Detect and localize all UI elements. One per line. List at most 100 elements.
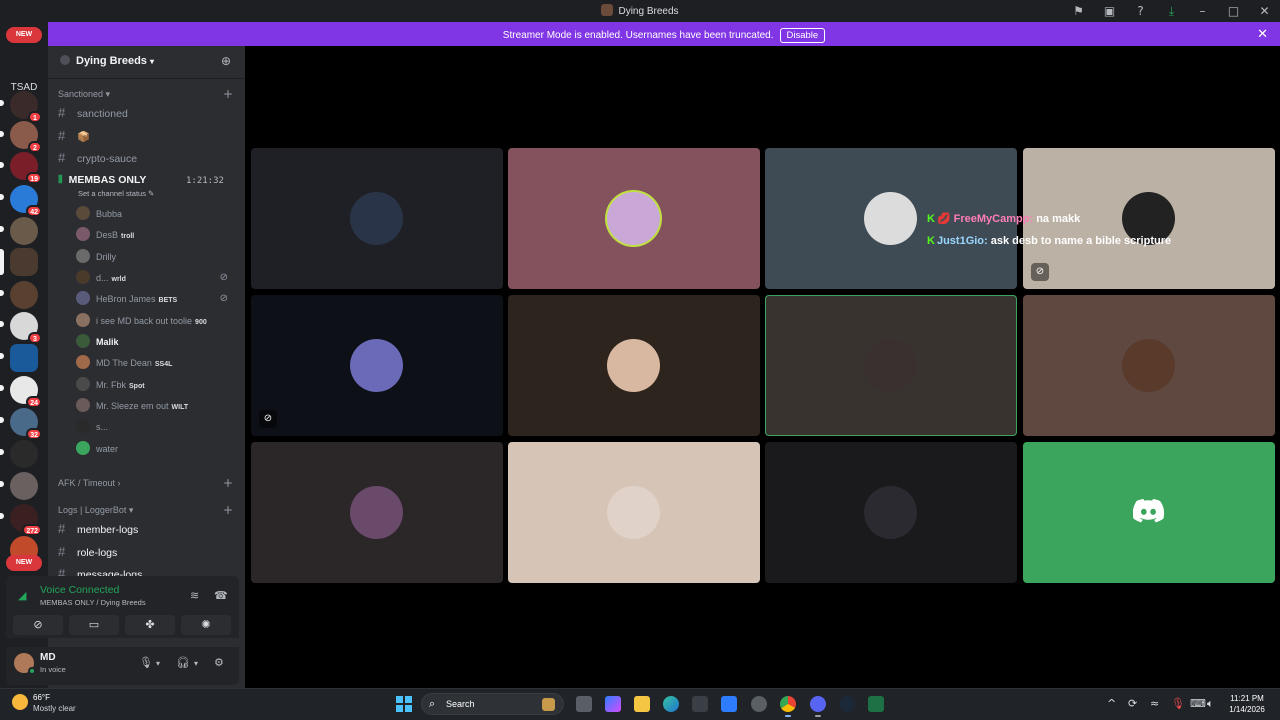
participant-tile[interactable] [508, 442, 760, 583]
voice-user[interactable]: MD The Dean SS4L [76, 354, 236, 372]
banner-close-icon[interactable]: ✕ [1257, 26, 1268, 42]
taskbar-search[interactable]: ⌕ Search [421, 693, 564, 715]
server-icon[interactable] [10, 281, 38, 309]
channel-status-hint[interactable]: Set a channel status ✎ [78, 189, 154, 198]
channel-crypto-sauce[interactable]: # crypto-sauce [58, 148, 238, 168]
chevron-down-icon[interactable]: ▾ [156, 659, 160, 668]
voice-user[interactable]: d... wrld ⊘ [76, 269, 236, 287]
discord-taskbar-icon[interactable] [810, 696, 826, 712]
download-icon[interactable]: ⤓ [1156, 4, 1187, 19]
channel-sanctioned[interactable]: # sanctioned [58, 103, 238, 123]
disconnect-icon[interactable]: ☎ [214, 589, 228, 602]
participant-tile[interactable] [1023, 295, 1275, 436]
app-icon[interactable] [751, 696, 767, 712]
server-icon[interactable]: 3 [10, 312, 42, 344]
server-icon[interactable]: 2 [10, 121, 42, 153]
voice-user[interactable]: Mr. Fbk Spot [76, 376, 236, 394]
minimize-button[interactable]: – [1187, 4, 1218, 18]
file-explorer-icon[interactable] [634, 696, 650, 712]
user-name[interactable]: MD [40, 652, 56, 663]
participant-tile[interactable] [251, 148, 503, 289]
category-sanctioned[interactable]: Sanctioned ▾ [58, 89, 110, 100]
unread-pill [0, 321, 4, 327]
server-icon[interactable]: 19 [10, 152, 42, 184]
chrome-icon[interactable] [780, 696, 796, 712]
weather-icon[interactable] [12, 694, 28, 710]
sync-icon[interactable]: ⟳ [1128, 697, 1137, 710]
voice-user[interactable]: Bubba [76, 205, 236, 223]
maximize-button[interactable]: □ [1218, 4, 1249, 18]
task-view-icon[interactable] [576, 696, 592, 712]
channel-member-logs[interactable]: # member-logs [58, 519, 238, 539]
server-header[interactable]: Dying Breeds ▾ ⊕ [48, 46, 245, 79]
windows-start-icon[interactable] [396, 696, 412, 712]
volume-icon[interactable]: 🔈︎ [1207, 697, 1214, 711]
server-icon[interactable] [10, 217, 38, 245]
disable-streamer-mode-button[interactable]: Disable [779, 28, 826, 43]
taskbar-clock[interactable]: 11:21 PM 1/14/2026 [1222, 693, 1272, 715]
participant-tile[interactable] [508, 148, 760, 289]
weather-temp[interactable]: 66°F [33, 693, 50, 702]
signal-icon[interactable]: ◢ [18, 589, 26, 602]
participant-tile[interactable]: ⊘ [251, 295, 503, 436]
voice-user[interactable]: Mr. Sleeze em out WILT [76, 397, 236, 415]
weather-desc[interactable]: Mostly clear [33, 704, 76, 713]
activities-button[interactable]: ✤ [125, 615, 175, 635]
server-icon[interactable]: 42 [10, 185, 42, 217]
store-icon[interactable] [692, 696, 708, 712]
network-icon[interactable]: ⌨ [1190, 697, 1206, 710]
server-icon[interactable] [10, 440, 38, 468]
inbox-icon[interactable]: ▣ [1094, 4, 1125, 18]
voice-user[interactable]: i see MD back out toolie 900 [76, 312, 236, 330]
server-icon[interactable]: 1 [10, 91, 42, 123]
chat-overlay-message: K 💋 FreeMyCampp: na makk [927, 213, 1081, 225]
voice-connected-label[interactable]: Voice Connected [40, 584, 119, 596]
soundboard-button[interactable]: ✺ [181, 615, 231, 635]
channel-role-logs[interactable]: # role-logs [58, 542, 238, 562]
excel-icon[interactable] [868, 696, 884, 712]
microphone-tray-icon[interactable]: 🎙︎ [1171, 697, 1185, 710]
headphones-icon[interactable]: 🎧︎ [176, 656, 190, 669]
wifi-off-icon[interactable]: ≈ [1150, 697, 1159, 710]
channel-message-logs[interactable]: # message-logs [58, 564, 238, 576]
camera-off-button[interactable]: ⊘ [13, 615, 63, 635]
server-icon[interactable] [10, 472, 38, 500]
steam-icon[interactable] [839, 696, 855, 712]
server-icon[interactable]: 272 [10, 504, 42, 536]
server-icon[interactable]: 32 [10, 408, 42, 440]
voice-user[interactable]: Drilly [76, 248, 236, 266]
screen-share-button[interactable]: ▭ [69, 615, 119, 635]
unread-pill [0, 385, 4, 391]
category-logs[interactable]: Logs | LoggerBot ▾ [58, 505, 133, 516]
flag-icon[interactable]: ⚑ [1063, 4, 1094, 18]
voice-user[interactable]: HeBron James BETS ⊘ [76, 290, 236, 308]
channel-box[interactable]: # 📦 [58, 126, 238, 146]
settings-gear-icon[interactable]: ⚙ [214, 656, 224, 669]
invite-people-icon[interactable]: ⊕ [221, 54, 231, 68]
server-icon[interactable] [10, 344, 38, 372]
copilot-icon[interactable] [605, 696, 621, 712]
server-icon[interactable]: 24 [10, 376, 42, 408]
avatar [76, 419, 90, 433]
help-icon[interactable]: ? [1125, 4, 1156, 18]
microphone-icon[interactable]: 🎙︎ [139, 656, 153, 669]
server-icon-selected[interactable] [10, 248, 38, 276]
noise-suppression-icon[interactable]: ≋ [190, 589, 199, 602]
close-window-button[interactable]: ✕ [1249, 4, 1280, 18]
edge-browser-icon[interactable] [663, 696, 679, 712]
voice-channel-membas-only[interactable]: ⦀ MEMBAS ONLY 1:21:32 Set a channel statu… [58, 174, 238, 198]
participant-tile[interactable] [765, 295, 1017, 436]
voice-location[interactable]: MEMBAS ONLY / Dying Breeds [40, 598, 146, 607]
chevron-up-icon[interactable]: ^ [1107, 697, 1116, 710]
voice-user[interactable]: DesB troll [76, 226, 236, 244]
avatar [76, 291, 90, 305]
voice-user[interactable]: Malik [76, 333, 236, 351]
participant-tile[interactable] [251, 442, 503, 583]
mail-icon[interactable] [721, 696, 737, 712]
voice-user[interactable]: s... [76, 418, 236, 436]
category-afk[interactable]: AFK / Timeout › [58, 478, 121, 488]
participant-tile[interactable] [508, 295, 760, 436]
participant-tile[interactable] [765, 442, 1017, 583]
chevron-down-icon[interactable]: ▾ [194, 659, 198, 668]
voice-user[interactable]: water [76, 440, 236, 458]
